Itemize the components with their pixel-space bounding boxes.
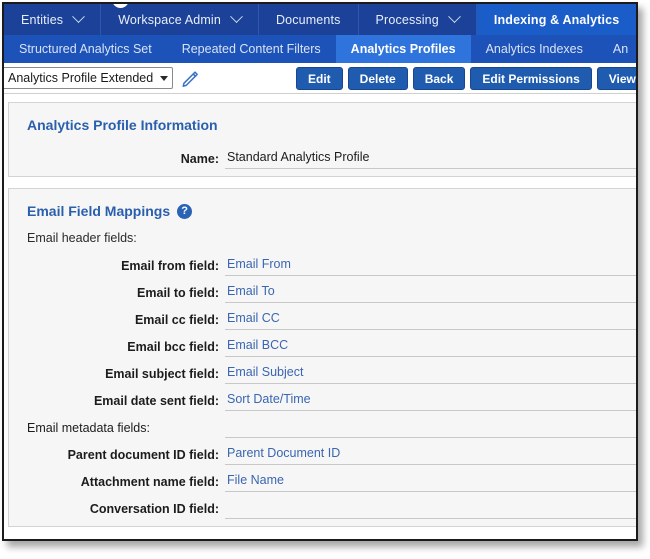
page-content: Entities Workspace Admin Documents Proce… (4, 4, 636, 527)
chevron-down-icon (72, 10, 86, 24)
primary-navbar: Entities Workspace Admin Documents Proce… (4, 4, 636, 35)
nav-item-documents[interactable]: Documents (259, 4, 359, 35)
field-row-email-from: Email from field: Email From (9, 249, 636, 276)
field-value-parent-document-id: Parent Document ID (225, 446, 636, 465)
nav-item-label: Processing (375, 12, 439, 27)
edit-button[interactable]: Edit (296, 67, 343, 90)
subnav-item-label: Analytics Profiles (350, 42, 456, 56)
field-row-email-cc: Email cc field: Email CC (9, 303, 636, 330)
analytics-profile-information-panel: Analytics Profile Information Name: Stan… (8, 102, 636, 177)
field-row-attachment-name: Attachment name field: File Name (9, 465, 636, 492)
subnav-item-structured-analytics-set[interactable]: Structured Analytics Set (4, 35, 167, 63)
panel-title: Analytics Profile Information (9, 117, 636, 142)
group-label-email-header-fields: Email header fields: (27, 231, 137, 245)
subnav-item-label: Repeated Content Filters (181, 42, 321, 56)
window-viewport: Entities Workspace Admin Documents Proce… (4, 4, 636, 539)
subnav-item-analytics-profiles[interactable]: Analytics Profiles (335, 35, 471, 63)
field-label: Email date sent field: (93, 394, 219, 408)
chevron-down-icon (160, 75, 168, 81)
nav-item-indexing-and-analytics[interactable]: Indexing & Analytics (476, 4, 636, 35)
field-row-email-date-sent: Email date sent field: Sort Date/Time (9, 384, 636, 411)
group-label-email-metadata-fields: Email metadata fields: (27, 421, 150, 435)
email-field-mappings-panel: Email Field Mappings ? Email header fiel… (8, 188, 636, 527)
panel-title-text: Analytics Profile Information (27, 117, 218, 133)
nav-item-label: Entities (21, 12, 64, 27)
field-label: Email subject field: (105, 367, 219, 381)
help-icon[interactable]: ? (177, 203, 193, 219)
edit-pencil-icon[interactable] (180, 68, 200, 88)
subnav-item-truncated[interactable]: An (598, 35, 636, 63)
field-label: Name: (180, 152, 219, 166)
toolbar-button-group: Edit Delete Back Edit Permissions View A… (296, 67, 636, 90)
field-value-conversation-id (225, 500, 636, 519)
field-value-email-to: Email To (225, 284, 636, 303)
field-label: Parent document ID field: (67, 448, 219, 462)
nav-item-workspace-admin[interactable]: Workspace Admin (101, 4, 259, 35)
group-row-spacer (225, 419, 636, 438)
field-value-attachment-name: File Name (225, 473, 636, 492)
field-value-name: Standard Analytics Profile (225, 150, 636, 169)
nav-item-label: Indexing & Analytics (493, 12, 620, 27)
nav-item-processing[interactable]: Processing (359, 4, 477, 35)
field-label: Email from field: (121, 259, 219, 273)
subnav-item-repeated-content-filters[interactable]: Repeated Content Filters (167, 35, 336, 63)
toolbar: Analytics Profile Extended Edit Delete B… (4, 63, 636, 94)
field-value-email-date-sent: Sort Date/Time (225, 392, 636, 411)
field-value-email-cc: Email CC (225, 311, 636, 330)
field-label: Conversation ID field: (89, 502, 219, 516)
delete-button[interactable]: Delete (347, 67, 408, 90)
view-audit-button[interactable]: View Audit (596, 67, 636, 90)
field-value-email-from: Email From (225, 257, 636, 276)
panel-title: Email Field Mappings ? (9, 203, 636, 228)
subnav-item-analytics-indexes[interactable]: Analytics Indexes (471, 35, 598, 63)
field-label: Attachment name field: (80, 475, 219, 489)
chevron-down-icon (448, 10, 461, 24)
field-row-name: Name: Standard Analytics Profile (9, 142, 636, 169)
nav-item-entities[interactable]: Entities (4, 4, 102, 35)
subnav-item-label: Structured Analytics Set (19, 42, 152, 56)
subnav-item-label: An (612, 42, 629, 56)
field-row-conversation-id: Conversation ID field: (9, 492, 636, 519)
panel-title-text: Email Field Mappings (27, 203, 171, 219)
field-row-email-bcc: Email bcc field: Email BCC (9, 330, 636, 357)
subnav-item-label: Analytics Indexes (485, 42, 583, 56)
chevron-down-icon (230, 10, 243, 24)
field-label: Email cc field: (134, 313, 219, 327)
field-label: Email bcc field: (127, 340, 219, 354)
field-row-parent-document-id: Parent document ID field: Parent Documen… (9, 438, 636, 465)
nav-item-label: Documents (275, 12, 341, 27)
back-button[interactable]: Back (412, 67, 466, 90)
field-value-email-subject: Email Subject (225, 365, 636, 384)
secondary-navbar: Structured Analytics Set Repeated Conten… (4, 35, 636, 63)
field-row-email-to: Email to field: Email To (9, 276, 636, 303)
edit-permissions-button[interactable]: Edit Permissions (470, 67, 592, 90)
nav-item-label: Workspace Admin (118, 12, 221, 27)
field-row-email-subject: Email subject field: Email Subject (9, 357, 636, 384)
field-value-email-bcc: Email BCC (225, 338, 636, 357)
profile-selector-dropdown[interactable]: Analytics Profile Extended (4, 67, 173, 89)
group-row-email-metadata-fields: Email metadata fields: (9, 411, 636, 438)
application-window: Entities Workspace Admin Documents Proce… (2, 2, 638, 541)
profile-selector-value: Analytics Profile Extended (8, 71, 154, 85)
field-label: Email to field: (137, 286, 219, 300)
screenshot-root: Entities Workspace Admin Documents Proce… (0, 0, 650, 559)
